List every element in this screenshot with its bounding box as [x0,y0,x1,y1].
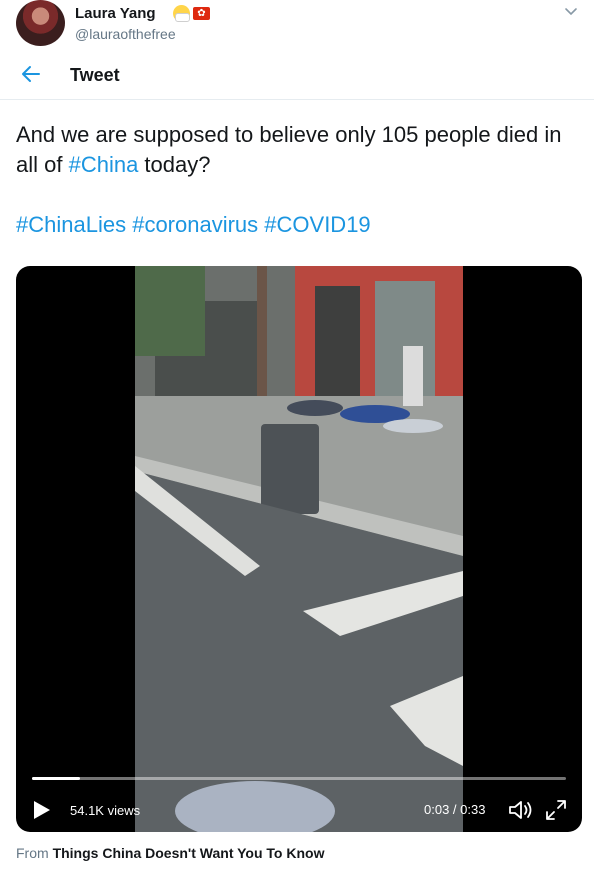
video-time: 0:03 / 0:33 [424,802,486,817]
page-title: Tweet [70,65,120,85]
volume-icon[interactable] [507,798,535,822]
tweet-author[interactable]: Laura Yang ✿ @lauraofthefree [16,0,578,48]
tweet-hashtags: #ChinaLies #coronavirus #COVID19 [16,210,582,240]
play-icon[interactable] [32,799,52,821]
tweet-text: And we are supposed to believe only 105 … [16,120,582,240]
hashtag-link[interactable]: #China [69,152,139,177]
street-scene-image [135,266,463,832]
video-frame[interactable] [135,266,463,832]
hashtag-link[interactable]: #ChinaLies [16,212,126,237]
video-progress-bar[interactable] [32,777,566,780]
source-prefix: From [16,845,49,861]
fullscreen-icon[interactable] [544,798,568,822]
page-header: Tweet [0,56,594,100]
hashtag-link[interactable]: #coronavirus [132,212,258,237]
video-progress-fill [32,777,81,780]
medical-mask-face-icon [173,5,190,22]
author-name[interactable]: Laura Yang [75,5,156,22]
tweet-text-part: today? [138,152,211,177]
view-count: 54.1K views [70,803,141,818]
hong-kong-flag-icon: ✿ [193,7,210,20]
tweet-line-main: And we are supposed to believe only 105 … [16,120,582,180]
video-source: From Things China Doesn't Want You To Kn… [16,845,324,861]
video-player[interactable]: 54.1K views 0:03 / 0:33 [16,266,582,832]
author-handle[interactable]: @lauraofthefree [75,26,176,42]
source-link[interactable]: Things China Doesn't Want You To Know [53,845,325,861]
back-arrow-icon[interactable] [20,63,42,85]
hashtag-link[interactable]: #COVID19 [264,212,370,237]
chevron-down-icon[interactable] [564,4,578,18]
avatar[interactable] [16,0,65,46]
